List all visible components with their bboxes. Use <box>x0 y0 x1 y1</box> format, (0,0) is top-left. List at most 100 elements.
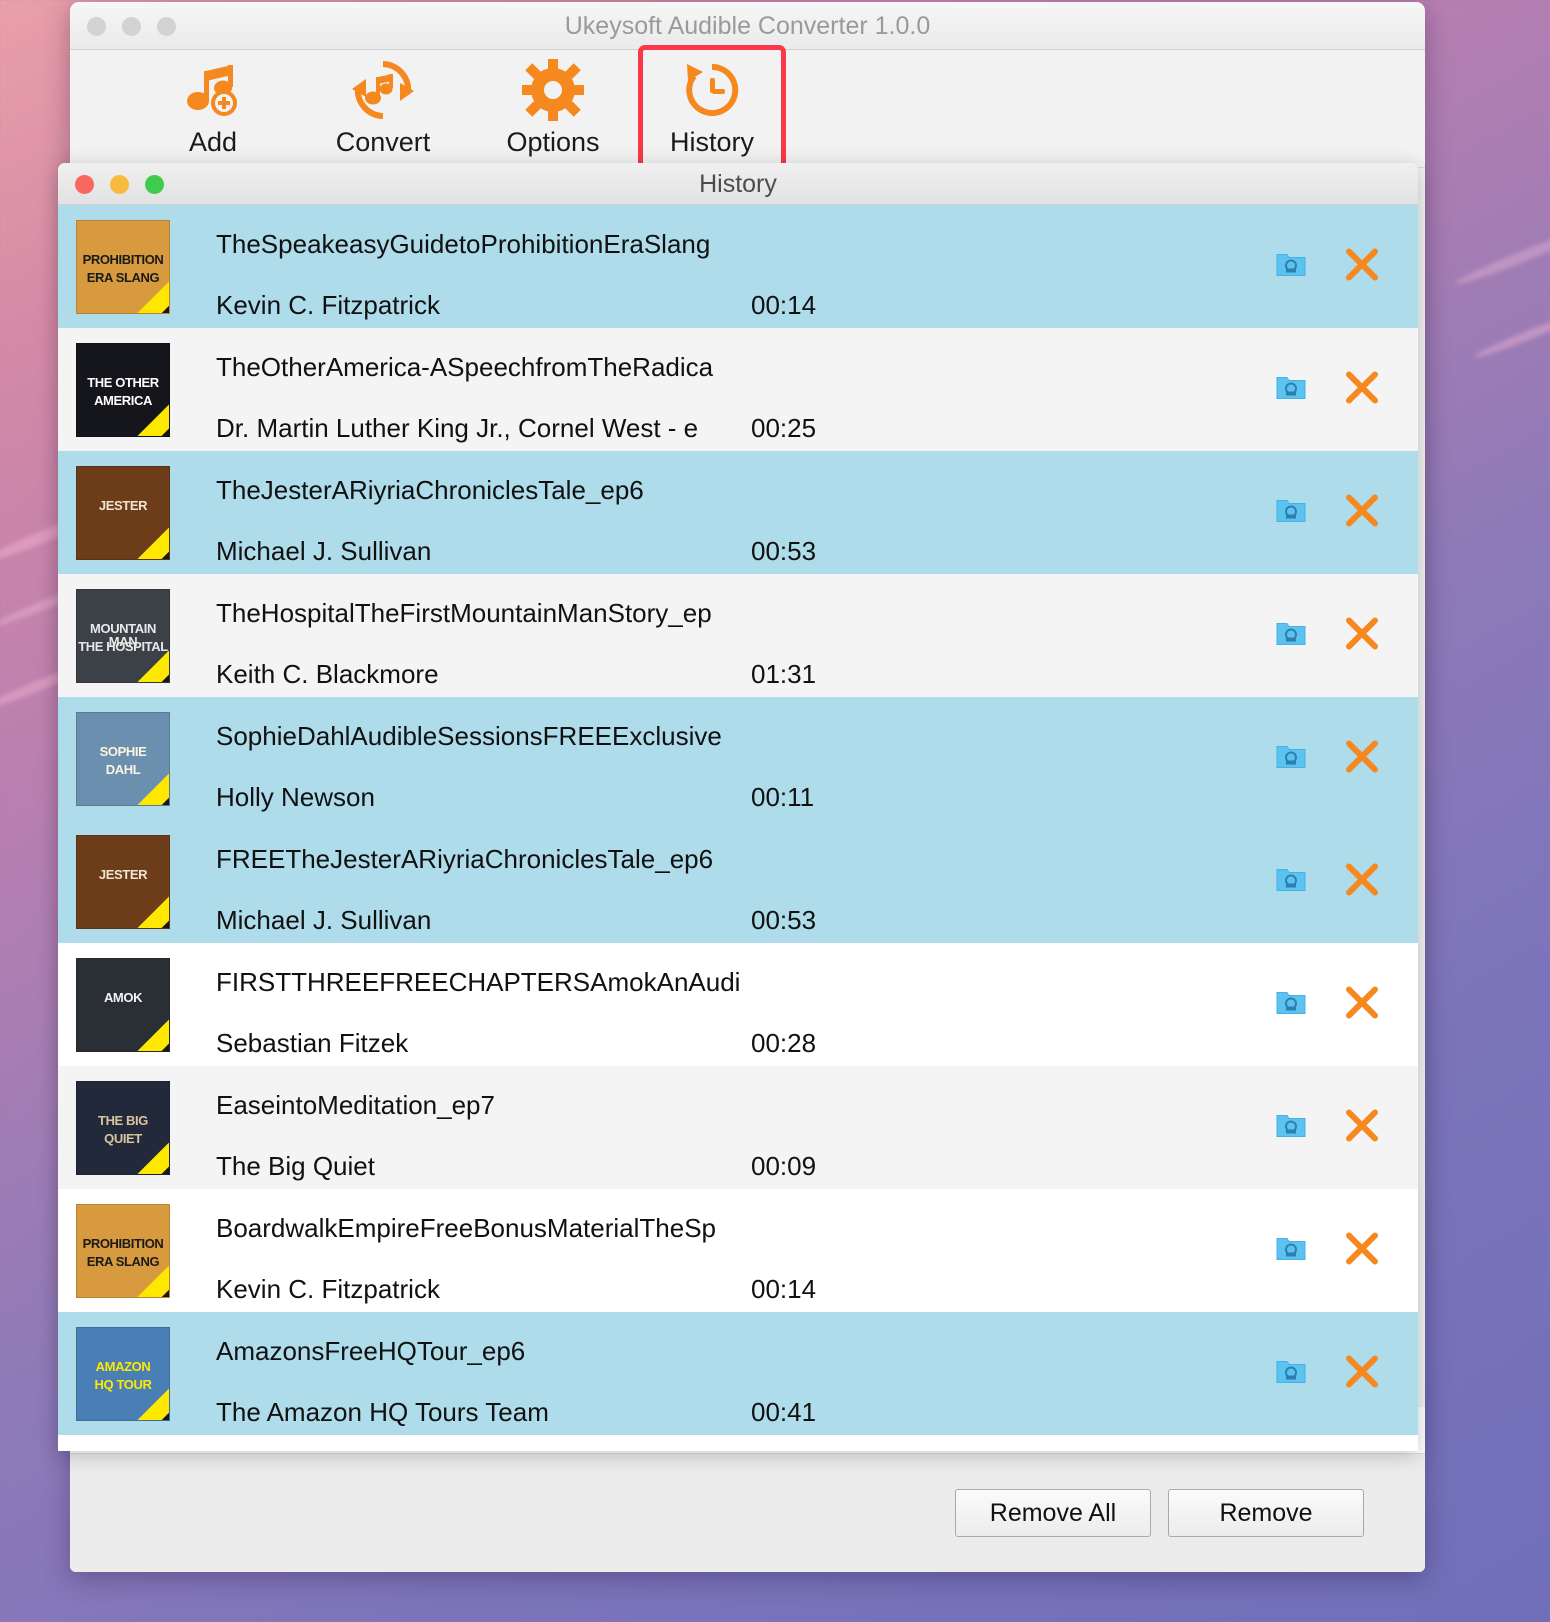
row-actions <box>1276 984 1380 1025</box>
close-x-icon[interactable] <box>1344 1230 1380 1271</box>
book-cover-thumbnail: PROHIBITION ERA SLANG <box>76 1203 170 1298</box>
row-title: TheSpeakeasyGuidetoProhibitionEraSlang <box>216 229 711 259</box>
history-row[interactable]: THE OTHER AMERICA TheOtherAmerica-ASpeechf… <box>58 328 1418 451</box>
book-cover-thumbnail: AMAZON HQ TOUR <box>76 1326 170 1421</box>
row-meta: FREETheJesterARiyriaChroniclesTale_ep6 Mi… <box>216 820 1418 943</box>
row-author: Keith C. Blackmore <box>216 659 439 689</box>
main-toolbar: Add Convert Options History <box>70 44 1425 173</box>
history-window: History PROHIBITION ERA SLANG TheSpeakeasy… <box>58 163 1418 1451</box>
folder-icon[interactable] <box>1276 374 1306 405</box>
book-cover-thumbnail: PROHIBITION ERA SLANG <box>76 219 170 314</box>
row-actions <box>1276 1353 1380 1394</box>
history-row[interactable]: JESTER FREETheJesterARiyriaChroniclesTale… <box>58 820 1418 943</box>
book-cover-thumbnail: JESTER <box>76 465 170 560</box>
close-x-icon[interactable] <box>1344 1353 1380 1394</box>
close-x-icon[interactable] <box>1344 615 1380 656</box>
row-title: SophieDahlAudibleSessionsFREEExclusive <box>216 721 722 751</box>
remove-all-button[interactable]: Remove All <box>955 1489 1151 1537</box>
folder-icon[interactable] <box>1276 620 1306 651</box>
close-x-icon[interactable] <box>1344 246 1380 287</box>
row-title: FREETheJesterARiyriaChroniclesTale_ep6 <box>216 844 714 874</box>
row-author: Dr. Martin Luther King Jr., Cornel West … <box>216 413 699 443</box>
row-title: TheJesterARiyriaChroniclesTale_ep6 <box>216 475 644 505</box>
folder-icon[interactable] <box>1276 1235 1306 1266</box>
row-author: Holly Newson <box>216 782 375 812</box>
folder-icon[interactable] <box>1276 1112 1306 1143</box>
history-row[interactable]: AMOK FIRSTTHREEFREECHAPTERSAmokAnAudi Seba… <box>58 943 1418 1066</box>
history-row[interactable]: JESTER TheJesterARiyriaChroniclesTale_ep6… <box>58 451 1418 574</box>
music-note-add-icon <box>182 59 244 121</box>
toolbar-button-options[interactable]: Options <box>468 54 638 164</box>
history-maximize-button[interactable] <box>145 175 164 194</box>
book-cover-thumbnail: SOPHIE DAHL <box>76 711 170 806</box>
close-x-icon[interactable] <box>1344 1107 1380 1148</box>
close-x-icon[interactable] <box>1344 738 1380 779</box>
history-clock-icon <box>681 59 743 121</box>
row-meta: EaseintoMeditation_ep7 The Big Quiet 00:09 <box>216 1066 1418 1189</box>
history-row[interactable]: PROHIBITION ERA SLANG TheSpeakeasyGuidetoP… <box>58 205 1418 328</box>
toolbar-label-convert: Convert <box>335 127 431 157</box>
book-cover-thumbnail: AMOK <box>76 957 170 1052</box>
book-cover-thumbnail: THE BIG QUIET <box>76 1080 170 1175</box>
history-window-title: History <box>699 170 777 198</box>
row-author: Michael J. Sullivan <box>216 536 432 566</box>
history-row[interactable]: MOUNTAIN MAN THE HOSPITAL TheHospitalTheFi… <box>58 574 1418 697</box>
history-minimize-button[interactable] <box>110 175 129 194</box>
row-author: Michael J. Sullivan <box>216 905 432 935</box>
folder-icon[interactable] <box>1276 743 1306 774</box>
history-close-button[interactable] <box>75 175 94 194</box>
history-list[interactable]: PROHIBITION ERA SLANG TheSpeakeasyGuidetoP… <box>58 205 1418 1451</box>
row-meta: AmazonsFreeHQTour_ep6 The Amazon HQ Tours… <box>216 1312 1418 1435</box>
close-x-icon[interactable] <box>1344 492 1380 533</box>
toolbar-button-history[interactable]: History <box>638 44 786 173</box>
row-duration: 00:14 <box>751 1274 817 1304</box>
row-meta: FIRSTTHREEFREECHAPTERSAmokAnAudi Sebastia… <box>216 943 1418 1066</box>
toolbar-label-history: History <box>669 127 754 157</box>
book-cover-thumbnail: MOUNTAIN MAN THE HOSPITAL <box>76 588 170 683</box>
row-duration: 00:25 <box>751 413 817 443</box>
row-title: AmazonsFreeHQTour_ep6 <box>216 1336 526 1366</box>
row-duration: 00:11 <box>751 782 815 812</box>
history-window-controls[interactable] <box>75 175 164 194</box>
folder-icon[interactable] <box>1276 497 1306 528</box>
folder-icon[interactable] <box>1276 251 1306 282</box>
row-author: Kevin C. Fitzpatrick <box>216 290 440 320</box>
row-actions <box>1276 861 1380 902</box>
row-title: TheOtherAmerica-ASpeechfromTheRadica <box>216 352 714 382</box>
row-duration: 00:28 <box>751 1028 817 1058</box>
remove-button[interactable]: Remove <box>1168 1489 1364 1537</box>
history-row[interactable]: AMAZON HQ TOUR AmazonsFreeHQTour_ep6 The Am… <box>58 1312 1418 1435</box>
app-footer-bar: Remove All Remove <box>70 1453 1425 1572</box>
row-author: The Big Quiet <box>216 1151 375 1181</box>
row-duration: 01:31 <box>751 659 817 689</box>
minimize-button[interactable] <box>122 17 141 36</box>
close-x-icon[interactable] <box>1344 984 1380 1025</box>
row-title: BoardwalkEmpireFreeBonusMaterialTheSp <box>216 1213 717 1243</box>
maximize-button[interactable] <box>157 17 176 36</box>
row-author: The Amazon HQ Tours Team <box>216 1397 549 1427</box>
toolbar-button-add[interactable]: Add <box>128 54 298 164</box>
close-x-icon[interactable] <box>1344 369 1380 410</box>
row-meta: TheHospitalTheFirstMountainManStory_ep Ke… <box>216 574 1418 697</box>
folder-icon[interactable] <box>1276 1358 1306 1389</box>
history-row[interactable]: PROHIBITION ERA SLANG BoardwalkEmpireFreeB… <box>58 1189 1418 1312</box>
history-row[interactable]: SOPHIE DAHL SophieDahlAudibleSessionsFREEE… <box>58 697 1418 820</box>
convert-refresh-icon <box>352 59 414 121</box>
row-meta: TheJesterARiyriaChroniclesTale_ep6 Michae… <box>216 451 1418 574</box>
close-x-icon[interactable] <box>1344 861 1380 902</box>
toolbar-label-add: Add <box>188 127 238 157</box>
close-button[interactable] <box>87 17 106 36</box>
toolbar-button-convert[interactable]: Convert <box>298 54 468 164</box>
row-author: Kevin C. Fitzpatrick <box>216 1274 440 1304</box>
row-duration: 00:09 <box>751 1151 817 1181</box>
row-actions <box>1276 1230 1380 1271</box>
row-duration: 00:14 <box>751 290 817 320</box>
wallpaper-streak-5 <box>1472 307 1550 362</box>
app-window-controls[interactable] <box>87 17 176 36</box>
row-meta: SophieDahlAudibleSessionsFREEExclusive Ho… <box>216 697 1418 820</box>
folder-icon[interactable] <box>1276 989 1306 1020</box>
wallpaper-streak-4 <box>1453 222 1550 289</box>
row-actions <box>1276 738 1380 779</box>
folder-icon[interactable] <box>1276 866 1306 897</box>
history-row[interactable]: THE BIG QUIET EaseintoMeditation_ep7 The Bi… <box>58 1066 1418 1189</box>
